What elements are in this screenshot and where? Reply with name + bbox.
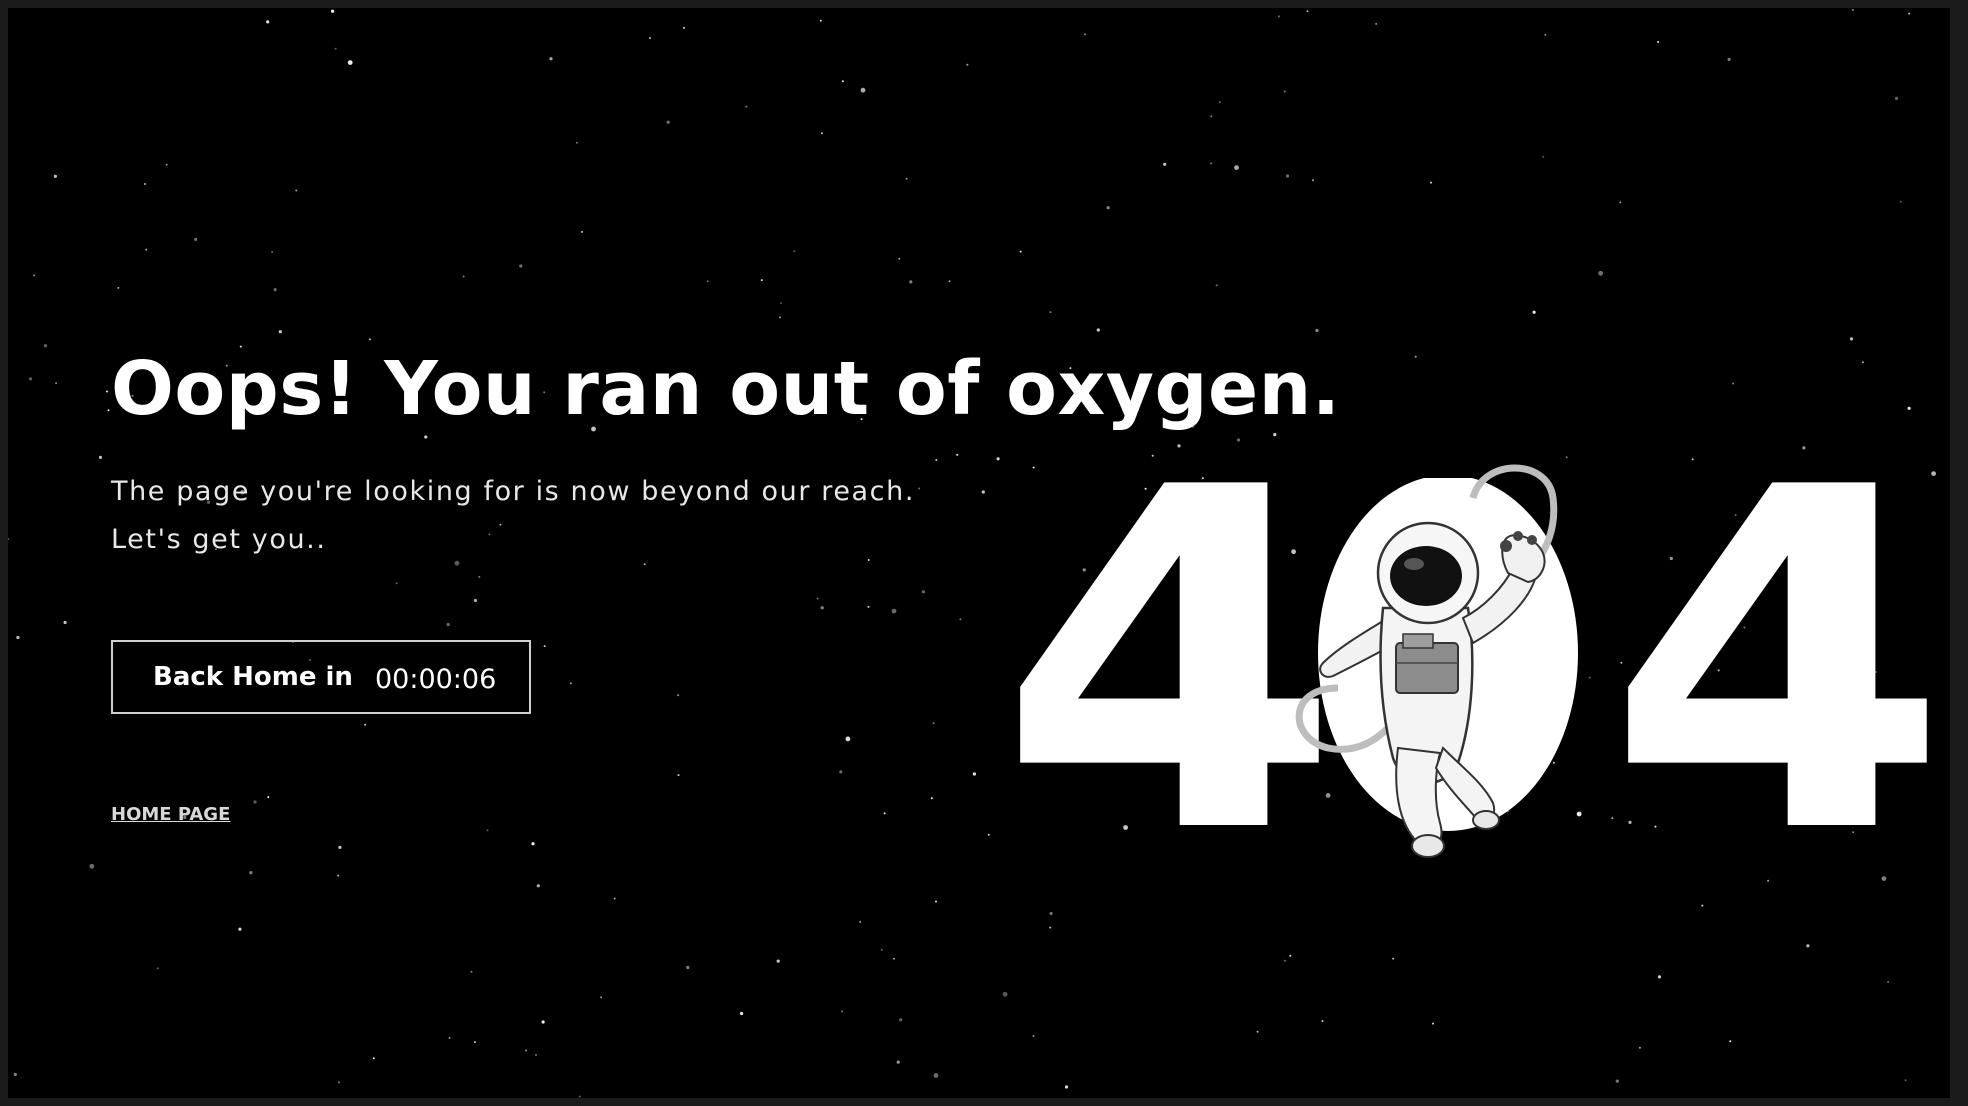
error-message-line-1: The page you're looking for is now beyon…: [111, 476, 916, 507]
error-message-line-2: Let's get you..: [111, 524, 327, 555]
error-digit-last: 4: [1606, 389, 1950, 936]
back-home-countdown-button[interactable]: Back Home in 00:00:06: [111, 640, 531, 714]
countdown-label: Back Home in: [153, 662, 353, 692]
astronaut-icon: [1295, 464, 1558, 858]
error-404-graphic: 4 4: [968, 428, 1949, 898]
error-page: Oops! You ran out of oxygen. The page yo…: [8, 8, 1950, 1098]
countdown-timer: 00:00:06: [375, 664, 497, 695]
home-page-link[interactable]: HOME PAGE: [111, 804, 230, 825]
